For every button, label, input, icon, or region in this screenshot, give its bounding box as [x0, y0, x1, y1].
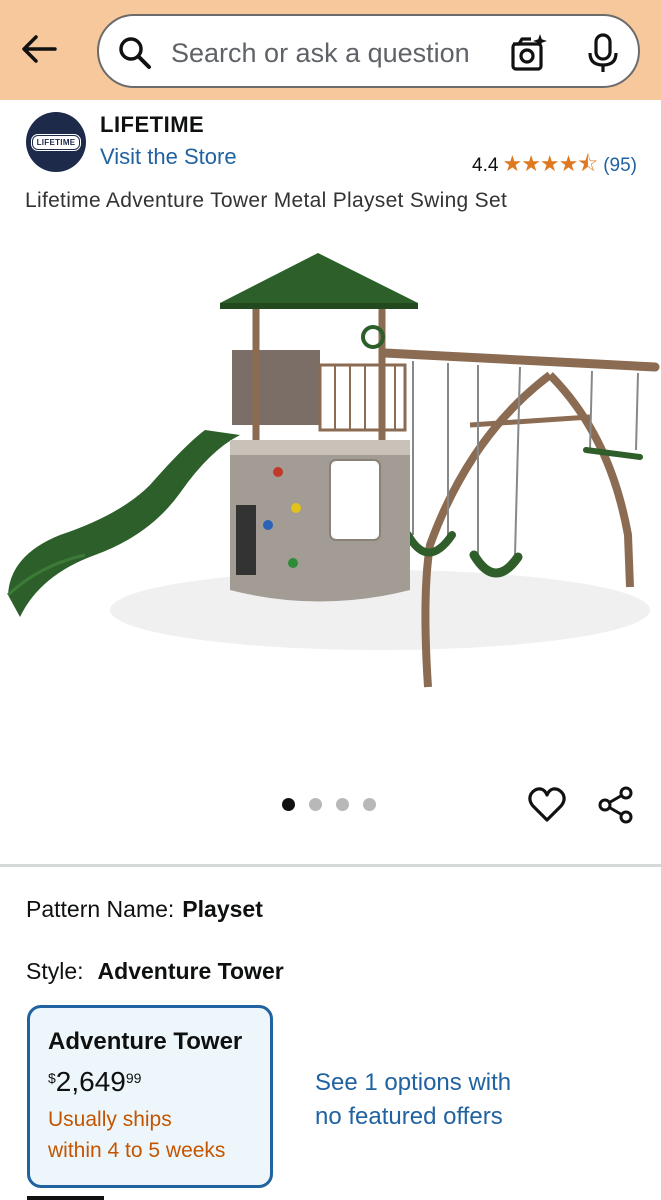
visit-store-link[interactable]: Visit the Store	[100, 144, 237, 170]
brand-name: LIFETIME	[100, 112, 205, 137]
back-button[interactable]	[18, 28, 60, 70]
carousel-dot-3[interactable]	[336, 798, 349, 811]
carousel-dot-4[interactable]	[363, 798, 376, 811]
brand-logo-text: LIFETIME	[30, 133, 82, 151]
price-whole: 2,649	[55, 1066, 126, 1097]
carousel-dot-2[interactable]	[309, 798, 322, 811]
camera-search-icon[interactable]	[507, 32, 549, 74]
search-icon	[119, 37, 151, 69]
back-arrow-icon	[22, 35, 57, 63]
style-option-card-selected[interactable]: Adventure Tower $ 2,649 99 Usually ships…	[27, 1005, 273, 1188]
rating-value: 4.4	[472, 155, 499, 176]
shipping-estimate: Usually ships within 4 to 5 weeks	[48, 1104, 270, 1166]
pattern-name-label: Pattern Name:	[26, 896, 175, 922]
top-bar: Search or ask a question	[0, 0, 661, 100]
brand-logo[interactable]: LIFETIME	[26, 112, 86, 172]
see-options-line-1: See 1 options with	[315, 1069, 512, 1096]
heart-icon[interactable]	[527, 785, 567, 825]
rating-count[interactable]: (95)	[603, 155, 637, 177]
rating-summary[interactable]: 4.4 ★★★★⯪ (95)	[472, 147, 637, 185]
search-input[interactable]: Search or ask a question	[171, 34, 491, 72]
search-bar[interactable]: Search or ask a question	[97, 14, 640, 88]
style-value: Adventure Tower	[97, 958, 284, 984]
carousel-dot-1[interactable]	[282, 798, 295, 811]
product-title: Lifetime Adventure Tower Metal Playset S…	[25, 189, 508, 212]
share-icon[interactable]	[597, 785, 635, 825]
style-row: Style: Adventure Tower	[26, 958, 284, 985]
see-options-link[interactable]: See 1 options with no featured offers	[315, 1066, 575, 1134]
scroll-indicator	[27, 1196, 104, 1200]
shipping-line-2: within 4 to 5 weeks	[48, 1139, 226, 1162]
price-symbol: $	[48, 1070, 56, 1086]
product-image[interactable]	[0, 235, 661, 710]
option-title: Adventure Tower	[48, 1028, 243, 1055]
section-divider	[0, 864, 661, 867]
price-fraction: 99	[125, 1070, 142, 1086]
star-rating-icon: ★★★★⯪	[502, 151, 598, 176]
pattern-name-value: Playset	[182, 896, 263, 922]
image-carousel-dots[interactable]	[282, 798, 376, 811]
option-price: $ 2,649 99	[48, 1066, 270, 1098]
pattern-name-row: Pattern Name: Playset	[26, 896, 263, 923]
see-options-line-2: no featured offers	[315, 1103, 503, 1130]
style-label: Style:	[26, 958, 84, 984]
shipping-line-1: Usually ships	[48, 1108, 172, 1131]
microphone-icon[interactable]	[585, 32, 621, 74]
